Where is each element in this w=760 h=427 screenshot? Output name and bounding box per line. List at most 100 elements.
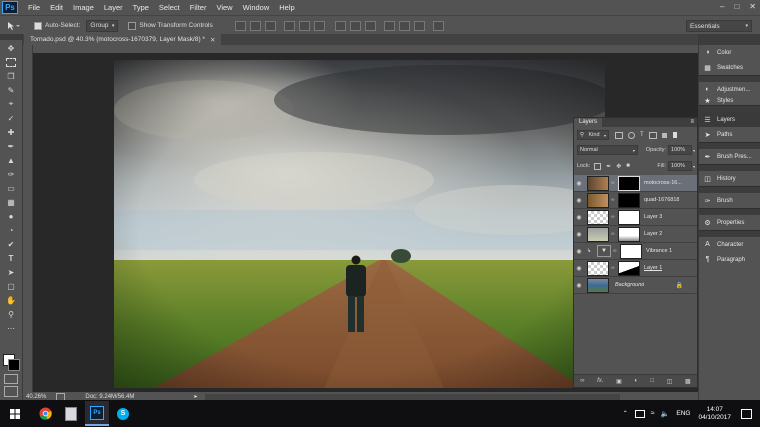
chevron-up-icon[interactable]: ⌃ [623, 410, 628, 417]
panel-properties[interactable]: ⚙ Properties [699, 215, 760, 230]
photoshop-taskbar-icon[interactable]: Ps [85, 401, 109, 426]
wifi-icon[interactable]: ≈ [651, 410, 655, 417]
hand-tool-icon[interactable]: ✋ [4, 294, 18, 306]
filter-shape-icon[interactable] [648, 131, 657, 139]
layer-name[interactable]: quad-1676818 [644, 197, 679, 203]
layer-row[interactable]: ◉ ∞ Layer 1 [574, 260, 697, 277]
layer-mask-thumbnail[interactable] [618, 260, 640, 276]
zoom-tool-icon[interactable]: ⚲ [4, 308, 18, 320]
close-icon[interactable]: ✕ [749, 2, 756, 11]
lock-all-icon[interactable]: ■ [626, 163, 630, 169]
background-color-swatch[interactable] [8, 359, 20, 371]
blur-tool-icon[interactable]: ● [4, 210, 18, 222]
layer-thumbnail[interactable] [587, 277, 609, 293]
screen-mode-icon[interactable] [4, 386, 18, 397]
trash-icon[interactable]: ▩ [685, 378, 691, 385]
crop-tool-icon[interactable]: ⌖ [4, 98, 18, 110]
chevron-down-icon[interactable]: ▾ [693, 164, 695, 169]
eye-icon[interactable]: ◉ [574, 180, 584, 187]
layer-name[interactable]: Layer 2 [644, 231, 662, 237]
panel-menu-icon[interactable]: ≡ [687, 118, 697, 127]
fill-field[interactable]: 100% [667, 161, 692, 171]
history-brush-tool-icon[interactable]: ✑ [4, 168, 18, 180]
link-icon[interactable]: ∞ [611, 180, 616, 186]
workspace-dropdown[interactable]: Essentials ▾ [686, 20, 752, 32]
show-transform-toggle[interactable]: Show Transform Controls [128, 21, 213, 30]
healing-brush-tool-icon[interactable]: ✚ [4, 126, 18, 138]
panel-brush-presets[interactable]: ✒ Brush Pres... [699, 149, 760, 164]
auto-select-dropdown[interactable]: Group ▾ [86, 19, 119, 32]
align-hcenter-icon[interactable] [298, 20, 310, 31]
panel-character[interactable]: A Character [699, 237, 760, 252]
layer-filter-dropdown[interactable]: ⚲ Kind ▾ [577, 130, 609, 140]
menu-window[interactable]: Window [243, 3, 270, 12]
menu-type[interactable]: Type [133, 3, 149, 12]
type-tool-icon[interactable]: T [4, 252, 18, 264]
link-icon[interactable]: ∞ [613, 248, 618, 254]
layer-row[interactable]: ◉ Background 🔒 [574, 277, 697, 294]
marquee-tool-icon[interactable] [4, 56, 18, 68]
align-top-icon[interactable] [234, 20, 246, 31]
align-vcenter-icon[interactable] [249, 20, 261, 31]
layer-name[interactable]: Vibrance 1 [646, 248, 672, 254]
layer-name[interactable]: Layer 3 [644, 214, 662, 220]
panel-swatches[interactable]: ▦ Swatches [699, 60, 760, 75]
eye-icon[interactable]: ◉ [574, 197, 584, 204]
align-right-icon[interactable] [313, 20, 325, 31]
auto-select-toggle[interactable]: Auto-Select: [34, 21, 80, 30]
eye-icon[interactable]: ◉ [574, 265, 584, 272]
panel-history[interactable]: ◫ History [699, 171, 760, 186]
auto-select-checkbox[interactable] [34, 21, 42, 30]
panel-color[interactable]: ◑ Color [699, 45, 760, 60]
minimize-icon[interactable]: – [720, 2, 724, 11]
panel-adjustments[interactable]: ◐ Adjustmen... [699, 82, 760, 97]
panel-layers[interactable]: ☰ Layers [699, 112, 760, 127]
add-mask-icon[interactable]: ▣ [616, 378, 622, 385]
layer-row[interactable]: ◉ ∞ Layer 3 [574, 209, 697, 226]
layer-name[interactable]: Layer 1 [644, 265, 662, 271]
layer-mask-thumbnail[interactable] [618, 209, 640, 225]
document-canvas[interactable] [114, 60, 605, 388]
eye-icon[interactable]: ◉ [574, 282, 584, 289]
align-left-icon[interactable] [283, 20, 295, 31]
lock-transparent-icon[interactable] [594, 162, 602, 170]
lock-icon[interactable]: 🔒 [676, 282, 683, 289]
layer-row[interactable]: ◉ ∞ motocross-16... [574, 175, 697, 192]
layer-style-icon[interactable]: fx. [597, 378, 603, 384]
layer-thumbnail[interactable] [587, 226, 609, 242]
layer-thumbnail[interactable] [587, 192, 609, 208]
layer-row[interactable]: ◉ ∞ Layer 2 [574, 226, 697, 243]
distribute-right-icon[interactable] [413, 20, 425, 31]
skype-icon[interactable]: S [111, 401, 135, 426]
clone-stamp-tool-icon[interactable]: ▲ [4, 154, 18, 166]
brush-tool-icon[interactable]: ✒ [4, 140, 18, 152]
layer-name[interactable]: Background [615, 282, 644, 288]
distribute-bottom-icon[interactable] [364, 20, 376, 31]
layer-mask-thumbnail[interactable] [620, 243, 642, 259]
show-transform-checkbox[interactable] [128, 21, 137, 30]
new-adjustment-icon[interactable]: ◐ [634, 378, 638, 384]
battery-icon[interactable] [634, 409, 645, 418]
clock[interactable]: 14:07 04/10/2017 [698, 406, 731, 422]
layer-mask-thumbnail[interactable] [618, 226, 640, 242]
gradient-tool-icon[interactable]: ▦ [4, 196, 18, 208]
blend-mode-dropdown[interactable]: Normal ▾ [577, 145, 638, 155]
distribute-top-icon[interactable] [334, 20, 346, 31]
move-tool-preset[interactable] [6, 21, 20, 31]
link-icon[interactable]: ∞ [611, 231, 616, 237]
language-indicator[interactable]: ENG [676, 410, 690, 417]
distribute-left-icon[interactable] [383, 20, 395, 31]
layer-mask-thumbnail[interactable] [618, 192, 640, 208]
status-menu-arrow-icon[interactable]: ▸ [194, 393, 197, 400]
quick-select-tool-icon[interactable]: ✎ [4, 84, 18, 96]
lasso-tool-icon[interactable]: ❐ [4, 70, 18, 82]
chrome-icon[interactable] [33, 401, 57, 426]
lock-image-icon[interactable]: ✒ [606, 163, 611, 170]
filter-smart-object-icon[interactable] [661, 132, 667, 138]
windows-start-icon[interactable] [3, 401, 27, 426]
horizontal-scrollbar[interactable] [205, 393, 621, 400]
menu-edit[interactable]: Edit [50, 3, 63, 12]
close-icon[interactable]: ✕ [210, 36, 215, 44]
dodge-tool-icon[interactable]: ◔ [4, 224, 18, 236]
new-group-icon[interactable]: □ [651, 378, 655, 384]
